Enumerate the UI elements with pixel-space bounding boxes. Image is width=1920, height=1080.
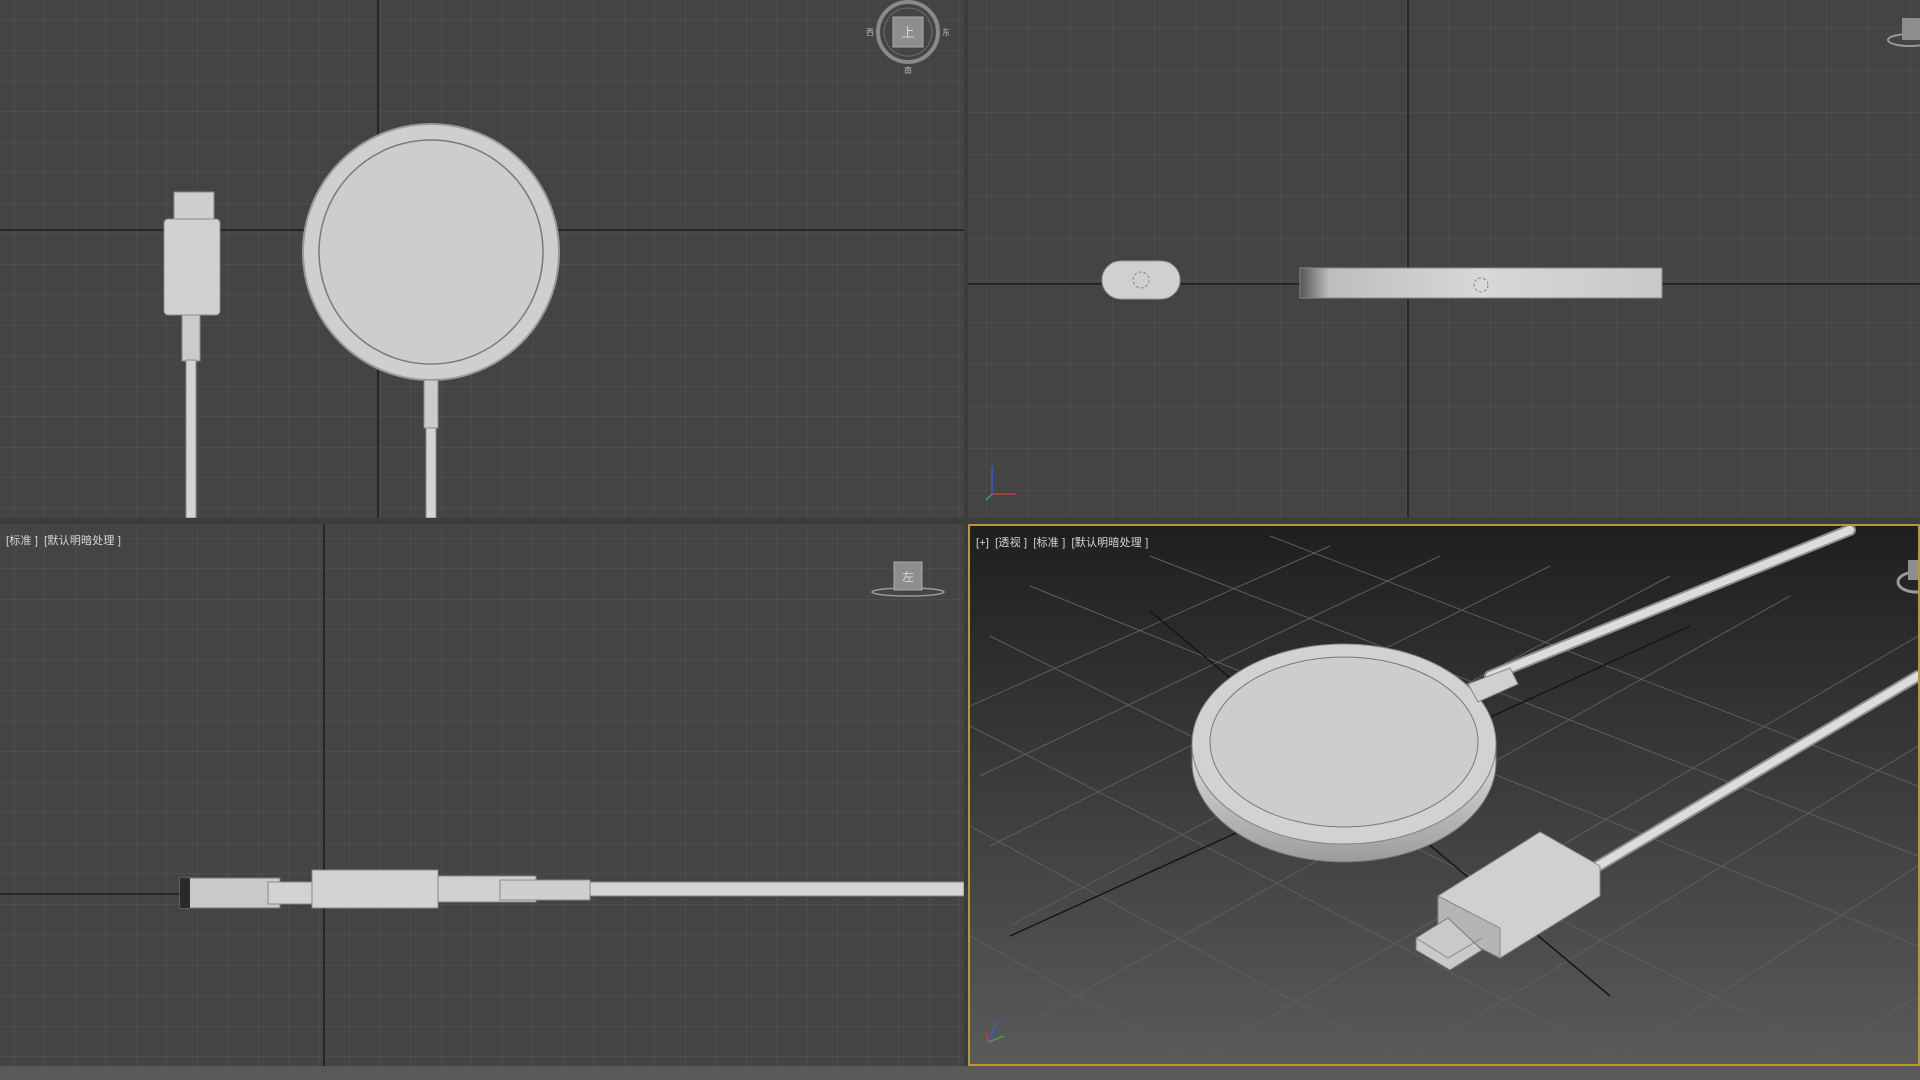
label-part[interactable]: [默认明暗处理 ] bbox=[1071, 537, 1148, 549]
viewport-front[interactable] bbox=[968, 0, 1920, 518]
status-strip bbox=[0, 1066, 1920, 1080]
perspective-view-canvas bbox=[970, 526, 1918, 1064]
viewcube-top-face-label: 上 bbox=[901, 26, 914, 41]
viewport-perspective-label[interactable]: [+] [透视 ] [标准 ] [默认明暗处理 ] bbox=[976, 534, 1154, 550]
viewport-left-label[interactable]: [标准 ] [默认明暗处理 ] bbox=[6, 532, 127, 548]
label-plus[interactable]: [+] bbox=[976, 537, 989, 549]
compass-west-label: 西 bbox=[866, 28, 874, 37]
charger-puck-front bbox=[1299, 267, 1663, 299]
viewport-left[interactable]: 左 [标准 ] [默认明暗处理 ] bbox=[0, 524, 964, 1066]
usb-c-connector-front bbox=[1101, 260, 1181, 300]
compass-east-label: 东 bbox=[942, 27, 950, 37]
viewcube-left-face-label: 左 bbox=[902, 569, 914, 584]
top-view-canvas: 上 北 南 西 东 bbox=[0, 0, 964, 518]
compass-north-label: 北 bbox=[904, 0, 912, 1]
label-part[interactable]: [标准 ] bbox=[6, 535, 38, 547]
left-view-canvas: 左 bbox=[0, 524, 964, 1066]
viewport-layout: 上 北 南 西 东 bbox=[0, 0, 1920, 1080]
front-view-canvas bbox=[968, 0, 1920, 518]
viewport-perspective[interactable]: [+] [透视 ] [标准 ] [默认明暗处理 ] bbox=[968, 524, 1920, 1066]
viewport-top[interactable]: 上 北 南 西 东 bbox=[0, 0, 964, 518]
label-part[interactable]: [标准 ] bbox=[1033, 537, 1065, 549]
compass-south-label: 南 bbox=[904, 65, 912, 75]
label-part[interactable]: [透视 ] bbox=[995, 537, 1027, 549]
label-part[interactable]: [默认明暗处理 ] bbox=[44, 535, 121, 547]
